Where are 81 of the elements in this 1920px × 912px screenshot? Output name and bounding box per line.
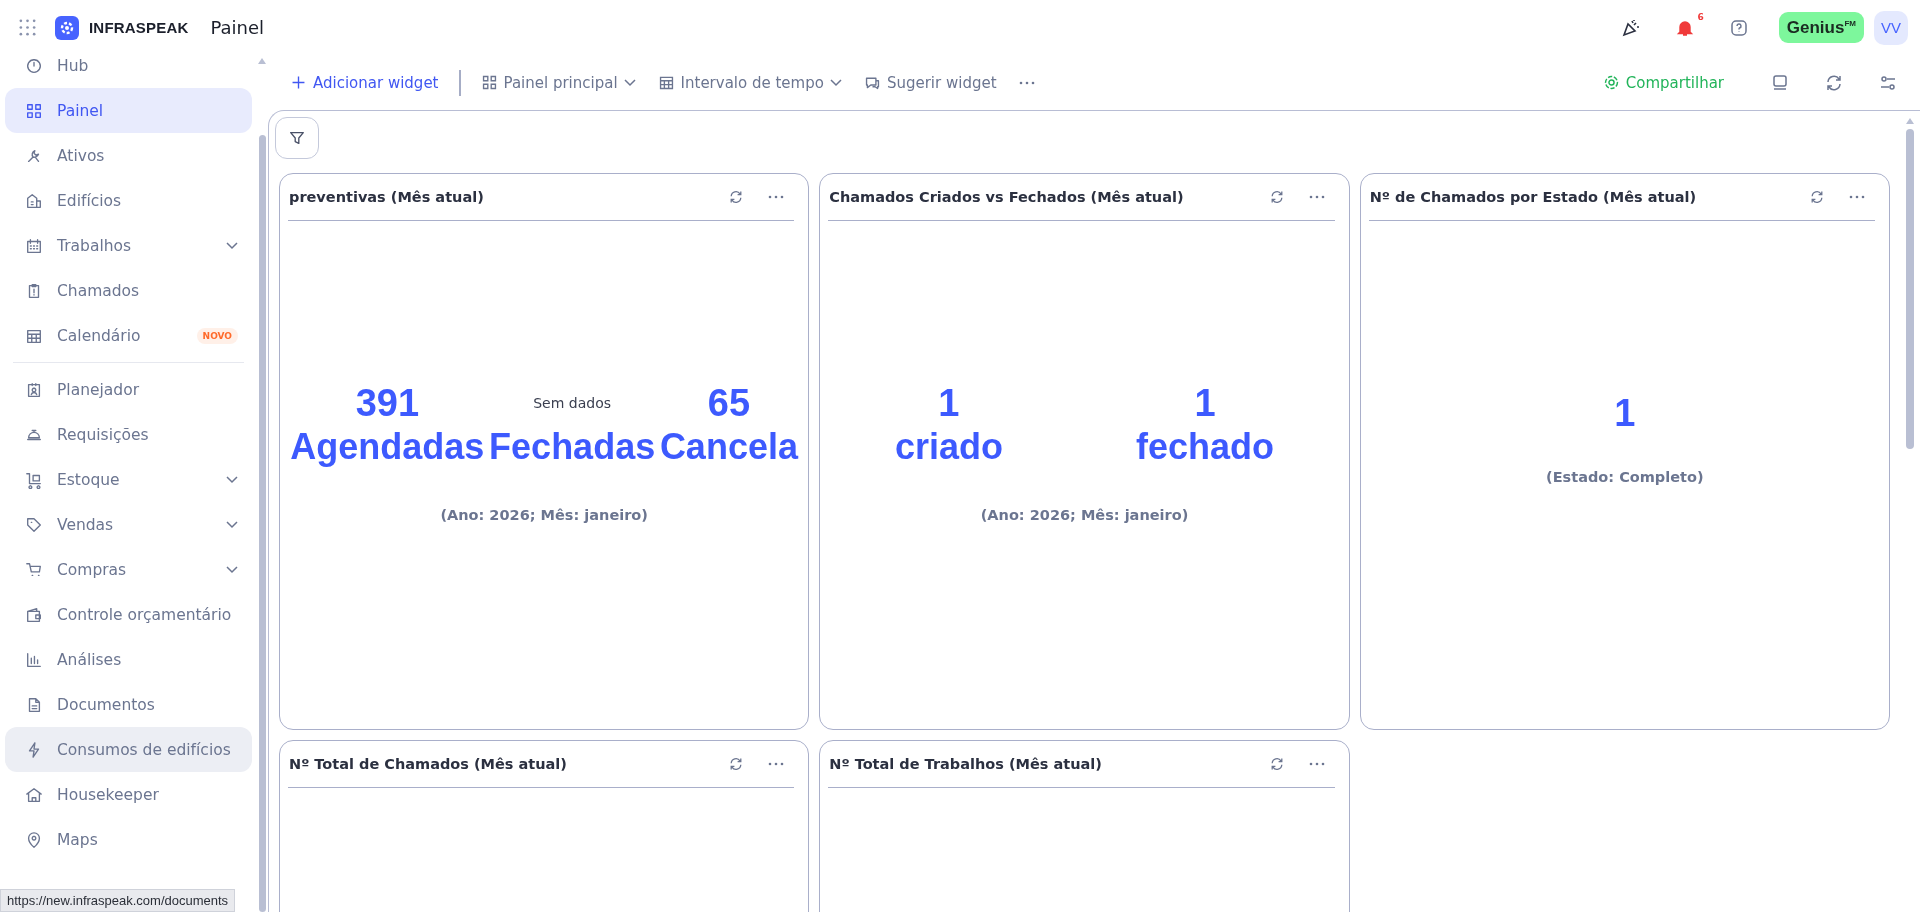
sidebar-item[interactable]: Painel xyxy=(5,88,252,133)
chevron-down-icon xyxy=(226,475,238,484)
stat-value: 1 xyxy=(938,381,960,425)
sidebar-item[interactable]: Análises xyxy=(5,637,252,682)
widget-title: preventivas (Mês atual) xyxy=(289,189,485,205)
notification-count: 6 xyxy=(1697,11,1704,22)
calendar-icon xyxy=(25,236,43,255)
stat-value: 391 xyxy=(355,381,420,425)
grid-icon xyxy=(480,74,498,91)
badge-icon xyxy=(25,380,43,399)
filter-icon xyxy=(288,129,306,147)
stat-value: 65 xyxy=(707,381,751,425)
plus-icon xyxy=(290,74,307,91)
wallet-icon xyxy=(25,605,43,624)
sidebar-item[interactable]: Consumos de edifícios xyxy=(5,727,252,772)
widget-caption: (Estado: Completo) xyxy=(1546,469,1704,485)
refresh-icon[interactable] xyxy=(1809,189,1825,205)
widget-title: Nº Total de Chamados (Mês atual) xyxy=(289,756,568,772)
building-icon xyxy=(25,191,43,210)
widget-caption: (Ano: 2026; Mês: janeiro) xyxy=(980,507,1189,523)
sidebar-item[interactable]: Edifícios xyxy=(5,178,252,223)
sidebar-item[interactable]: Vendas xyxy=(5,502,252,547)
chevron-down-icon xyxy=(829,78,842,87)
page-title: Painel xyxy=(210,17,265,38)
scrollbar-thumb[interactable] xyxy=(1906,129,1914,449)
sidebar-item[interactable]: Controle orçamentário xyxy=(5,592,252,637)
calendar-icon xyxy=(657,74,675,91)
bar-chart-icon xyxy=(25,650,43,669)
sidebar-item[interactable]: Planejador xyxy=(5,367,252,412)
dropdown-button[interactable]: Painel principal xyxy=(472,69,644,96)
globe-icon xyxy=(1602,74,1620,91)
grid-icon xyxy=(25,101,43,120)
monitor-icon[interactable] xyxy=(1770,72,1790,93)
scrollbar-thumb[interactable] xyxy=(258,135,266,912)
stat-value: 1 xyxy=(1194,381,1216,425)
stat-label: criado xyxy=(894,425,1003,469)
sidebar-item[interactable]: Hub xyxy=(5,55,252,88)
sidebar-item[interactable]: Chamados xyxy=(5,268,252,313)
sidebar-item[interactable]: Ativos xyxy=(5,133,252,178)
cart-icon xyxy=(25,560,43,579)
no-data-note: Sem dados xyxy=(533,394,612,413)
widget-title: Nº Total de Trabalhos (Mês atual) xyxy=(829,756,1103,772)
sidebar-item[interactable]: Housekeeper xyxy=(5,772,252,817)
sidebar-item[interactable]: Estoque xyxy=(5,457,252,502)
widget-caption: (Ano: 2026; Mês: janeiro) xyxy=(440,507,648,523)
status-url: https://new.infraspeak.com/documents xyxy=(0,889,236,912)
more-icon xyxy=(1018,80,1035,85)
sidebar-item[interactable]: Trabalhos xyxy=(5,223,252,268)
pin-icon xyxy=(25,830,43,849)
dropdown-button[interactable]: Intervalo de tempo xyxy=(649,69,850,96)
stat-value: 1 xyxy=(1614,391,1636,435)
help-icon[interactable] xyxy=(1728,17,1749,38)
new-badge: NOVO xyxy=(196,327,238,344)
toolbar-button[interactable]: Sugerir widget xyxy=(855,69,1005,96)
filter-button[interactable] xyxy=(275,117,319,159)
chevron-down-icon xyxy=(226,565,238,574)
user-avatar[interactable]: VV xyxy=(1874,10,1908,45)
stat-label: Fechadas xyxy=(489,425,656,469)
share-button[interactable]: Compartilhar xyxy=(1594,69,1732,96)
stat-label: Cancela xyxy=(659,425,798,469)
sidebar-item[interactable]: Documentos xyxy=(5,682,252,727)
sidebar-item[interactable]: Requisições xyxy=(5,412,252,457)
trolley-icon xyxy=(25,470,43,489)
plan-badge[interactable]: Genius$^{FM}$ xyxy=(1778,12,1864,43)
sidebar-item[interactable]: Compras xyxy=(5,547,252,592)
chevron-down-icon xyxy=(226,241,238,250)
add-widget-button[interactable]: Adicionar widget xyxy=(282,69,447,96)
stat-label: Agendadas xyxy=(290,425,485,469)
sidebar-item[interactable]: Maps xyxy=(5,817,252,862)
sidebar-item[interactable]: Calendário NOVO xyxy=(5,313,252,358)
logo-icon xyxy=(55,15,79,40)
tag-icon xyxy=(25,515,43,534)
widget-title: Nº de Chamados por Estado (Mês atual) xyxy=(1369,189,1698,205)
widget-title: Chamados Criados vs Fechados (Mês atual) xyxy=(829,189,1185,205)
party-popper-icon[interactable] xyxy=(1620,17,1641,38)
chevron-down-icon xyxy=(623,78,636,87)
logo-text: INFRASPEAK xyxy=(89,19,189,36)
apps-grid-icon[interactable] xyxy=(18,18,37,37)
chevron-down-icon xyxy=(226,520,238,529)
stat-label: fechado xyxy=(1136,425,1275,469)
house-icon xyxy=(25,785,43,804)
